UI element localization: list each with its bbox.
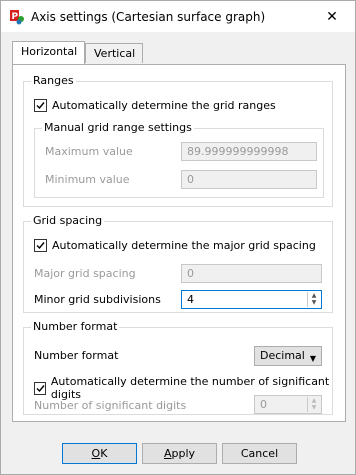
ranges-group: Ranges Automatically determine the grid …: [23, 74, 333, 207]
ranges-group-label: Ranges: [31, 74, 76, 87]
number-format-group: Number format Number format Decimal ▼ Au…: [23, 320, 333, 415]
tab-panel-horizontal: Ranges Automatically determine the grid …: [12, 64, 346, 422]
checkbox-checked-icon: [34, 381, 46, 395]
spin-down-icon[interactable]: ▼: [308, 299, 320, 306]
close-icon: ✕: [326, 8, 338, 25]
axis-settings-dialog: P Axis settings (Cartesian surface graph…: [0, 0, 356, 475]
checkbox-checked-icon: [34, 239, 47, 252]
max-value-input[interactable]: 89.999999999998: [181, 142, 317, 161]
significant-digits-value: 0: [260, 398, 267, 411]
manual-range-group-label: Manual grid range settings: [42, 121, 194, 134]
spin-down-icon[interactable]: ▼: [308, 404, 320, 411]
tab-vertical-label: Vertical: [94, 47, 136, 60]
spin-buttons[interactable]: ▲ ▼: [307, 292, 320, 307]
significant-digits-stepper[interactable]: 0 ▲ ▼: [254, 395, 322, 414]
ok-button[interactable]: OK: [62, 443, 137, 464]
cancel-button[interactable]: Cancel: [222, 443, 297, 464]
number-format-group-label: Number format: [31, 320, 120, 333]
auto-grid-ranges-checkbox[interactable]: Automatically determine the grid ranges: [34, 99, 276, 112]
cancel-button-label: Cancel: [240, 447, 279, 460]
max-value-label: Maximum value: [45, 145, 133, 158]
min-value-input[interactable]: 0: [181, 170, 317, 189]
minor-subdivisions-label: Minor grid subdivisions: [34, 293, 161, 306]
window-title: Axis settings (Cartesian surface graph): [31, 10, 266, 24]
dropdown-arrow-icon: ▼: [309, 354, 316, 363]
auto-grid-ranges-label: Automatically determine the grid ranges: [52, 99, 276, 112]
spin-buttons[interactable]: ▲ ▼: [307, 397, 320, 412]
title-bar: P Axis settings (Cartesian surface graph…: [1, 1, 355, 32]
checkbox-checked-icon: [34, 99, 47, 112]
tab-horizontal-label: Horizontal: [21, 45, 78, 58]
ok-button-mnemonic: O: [91, 447, 101, 460]
auto-major-spacing-label: Automatically determine the major grid s…: [52, 239, 316, 252]
apply-button-mnemonic: A: [163, 447, 172, 460]
number-format-select[interactable]: Decimal ▼: [254, 346, 322, 366]
auto-major-spacing-checkbox[interactable]: Automatically determine the major grid s…: [34, 239, 316, 252]
tab-vertical[interactable]: Vertical: [85, 43, 143, 63]
number-format-label: Number format: [34, 349, 119, 362]
manual-range-group: Manual grid range settings Maximum value…: [34, 121, 324, 198]
apply-button[interactable]: Apply: [142, 443, 217, 464]
app-icon: P: [10, 10, 24, 25]
minor-subdivisions-stepper[interactable]: 4 ▲ ▼: [181, 290, 322, 309]
grid-spacing-group: Grid spacing Automatically determine the…: [23, 214, 333, 313]
number-format-selected: Decimal: [260, 349, 305, 362]
significant-digits-label: Number of significant digits: [34, 399, 187, 412]
major-spacing-label: Major grid spacing: [34, 267, 136, 280]
minor-subdivisions-value: 4: [187, 293, 194, 306]
major-spacing-input[interactable]: 0: [181, 264, 322, 283]
tab-horizontal[interactable]: Horizontal: [12, 41, 85, 64]
grid-spacing-group-label: Grid spacing: [31, 214, 105, 227]
apply-button-label: pply: [171, 447, 196, 460]
min-value-label: Minimum value: [45, 173, 130, 186]
ok-button-label: K: [100, 447, 108, 460]
close-button[interactable]: ✕: [309, 1, 355, 32]
